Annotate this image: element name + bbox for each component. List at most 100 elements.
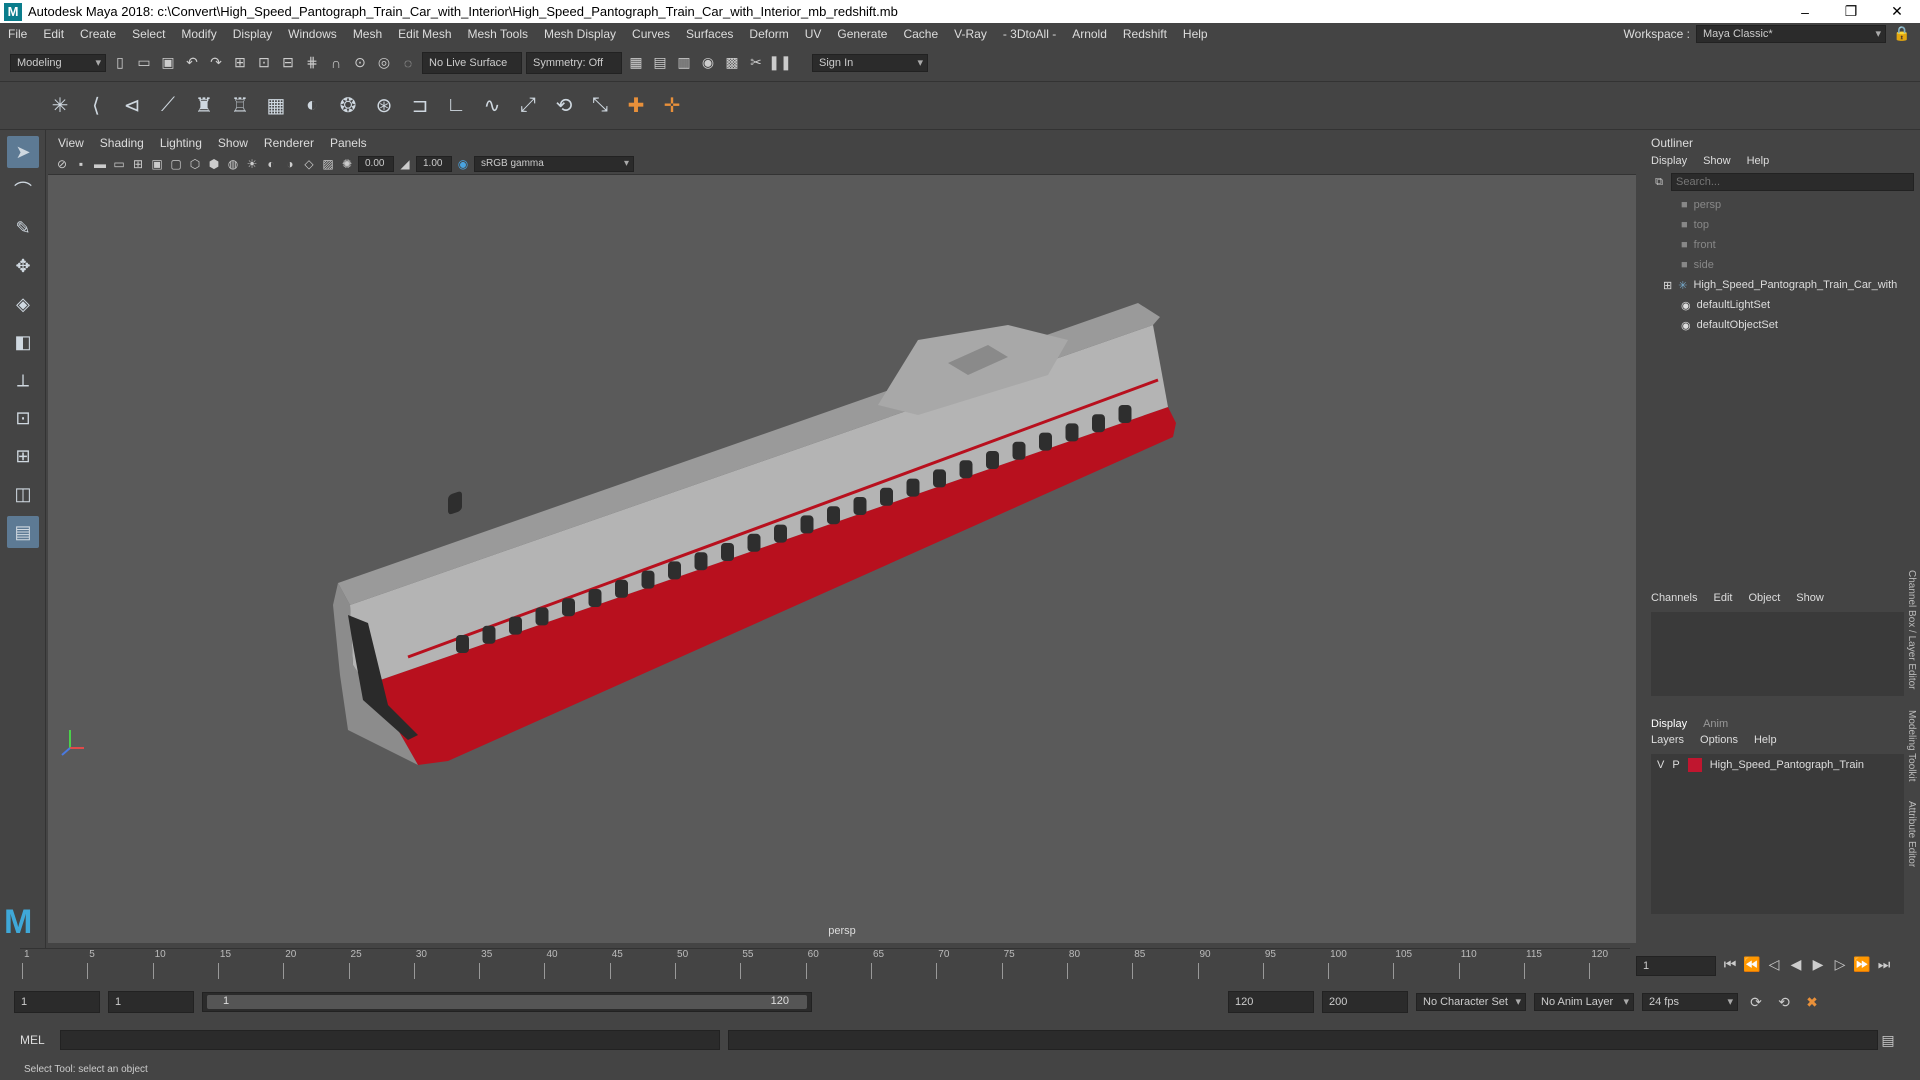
resolution-gate-icon[interactable]: ▢ bbox=[168, 156, 184, 172]
textured-icon[interactable]: ◍ bbox=[225, 156, 241, 172]
ik-spline-icon[interactable]: ⟋ bbox=[154, 92, 182, 120]
bind-skin-icon[interactable]: ♜ bbox=[190, 92, 218, 120]
exposure-field[interactable]: 0.00 bbox=[358, 155, 394, 172]
outliner-search-input[interactable] bbox=[1671, 173, 1914, 191]
play-forwards-icon[interactable]: ▶ bbox=[1808, 954, 1828, 974]
exposure-icon[interactable]: ✺ bbox=[339, 156, 355, 172]
bend-deformer-icon[interactable]: ⊐ bbox=[406, 92, 434, 120]
tab-display[interactable]: Display bbox=[1651, 718, 1687, 730]
camera-select-icon[interactable]: ⊘ bbox=[54, 156, 70, 172]
start-time-field[interactable]: 1 bbox=[14, 991, 100, 1013]
constraint-point-icon[interactable]: ✚ bbox=[622, 92, 650, 120]
move-tool-icon[interactable]: ✥ bbox=[7, 250, 39, 282]
cluster-icon[interactable]: ◐ bbox=[298, 92, 326, 120]
menu-windows[interactable]: Windows bbox=[280, 27, 345, 41]
tab-modeling-toolkit[interactable]: Modeling Toolkit bbox=[1906, 710, 1917, 782]
anim-layer-dropdown[interactable]: No Anim Layer bbox=[1534, 993, 1634, 1011]
auto-key-icon[interactable]: ⟲ bbox=[1774, 992, 1794, 1012]
select-tool-icon[interactable]: ➤ bbox=[7, 136, 39, 168]
outliner-menu-show[interactable]: Show bbox=[1703, 155, 1731, 167]
layer-color-swatch[interactable] bbox=[1687, 758, 1702, 772]
twist-deformer-icon[interactable]: ⟲ bbox=[550, 92, 578, 120]
layer-menu-help[interactable]: Help bbox=[1754, 734, 1777, 746]
menu-set-dropdown[interactable]: Modeling bbox=[10, 53, 106, 72]
constraint-aim-icon[interactable]: ✛ bbox=[658, 92, 686, 120]
loop-icon[interactable]: ⟳ bbox=[1746, 992, 1766, 1012]
layer-playback-toggle[interactable]: P bbox=[1672, 759, 1679, 771]
redo-icon[interactable]: ↷ bbox=[206, 53, 226, 73]
four-view-icon[interactable]: ⊞ bbox=[7, 440, 39, 472]
sculpt-icon[interactable]: ❂ bbox=[334, 92, 362, 120]
step-back-key-icon[interactable]: ⏪ bbox=[1742, 954, 1762, 974]
script-editor-icon[interactable]: ▤ bbox=[1878, 1030, 1898, 1050]
menu-surfaces[interactable]: Surfaces bbox=[678, 27, 741, 41]
outliner-item-train-group[interactable]: ⊞ ✳ High_Speed_Pantograph_Train_Car_with bbox=[1645, 275, 1920, 295]
channel-menu-edit[interactable]: Edit bbox=[1713, 592, 1732, 604]
wave-deformer-icon[interactable]: ⤡ bbox=[586, 92, 614, 120]
menu-mesh-display[interactable]: Mesh Display bbox=[536, 27, 624, 41]
tab-anim[interactable]: Anim bbox=[1703, 718, 1728, 730]
isolate-select-icon[interactable]: ◇ bbox=[301, 156, 317, 172]
close-button[interactable]: ✕ bbox=[1874, 3, 1920, 20]
anim-prefs-icon[interactable]: ✖ bbox=[1802, 992, 1822, 1012]
menu-mesh[interactable]: Mesh bbox=[345, 27, 390, 41]
live-surface-field[interactable]: No Live Surface bbox=[422, 51, 522, 74]
color-management-icon[interactable]: ◉ bbox=[455, 156, 471, 172]
layer-visibility-toggle[interactable]: V bbox=[1657, 759, 1664, 771]
outliner-item-side[interactable]: ■ side bbox=[1645, 255, 1920, 275]
rotate-tool-icon[interactable]: ◈ bbox=[7, 288, 39, 320]
wire-icon[interactable]: ⊛ bbox=[370, 92, 398, 120]
outliner-item-front[interactable]: ■ front bbox=[1645, 235, 1920, 255]
sine-deformer-icon[interactable]: ∿ bbox=[478, 92, 506, 120]
go-to-start-icon[interactable]: ⏮ bbox=[1720, 954, 1740, 974]
bookmark-icon[interactable]: ▬ bbox=[92, 156, 108, 172]
select-object-icon[interactable]: ⊡ bbox=[254, 53, 274, 73]
time-slider[interactable]: 1 5 10 15 20 25 30 35 40 45 50 55 60 65 70 75 80 85 90 95 10… bbox=[20, 948, 1630, 982]
render-settings-icon[interactable]: ◉ bbox=[698, 53, 718, 73]
xray-icon[interactable]: ▨ bbox=[320, 156, 336, 172]
menu-display[interactable]: Display bbox=[225, 27, 280, 41]
viewport-menu-view[interactable]: View bbox=[58, 136, 84, 150]
outliner-item-persp[interactable]: ■ persp bbox=[1645, 195, 1920, 215]
fps-dropdown[interactable]: 24 fps bbox=[1642, 993, 1738, 1011]
menu-help[interactable]: Help bbox=[1175, 27, 1216, 41]
step-forward-key-icon[interactable]: ⏩ bbox=[1852, 954, 1872, 974]
viewport-menu-show[interactable]: Show bbox=[218, 136, 248, 150]
gamma-icon[interactable]: ◢ bbox=[397, 156, 413, 172]
range-slider-handle[interactable] bbox=[207, 995, 807, 1009]
viewport-menu-panels[interactable]: Panels bbox=[330, 136, 367, 150]
character-set-dropdown[interactable]: No Character Set bbox=[1416, 993, 1526, 1011]
viewport-menu-shading[interactable]: Shading bbox=[100, 136, 144, 150]
workspace-dropdown[interactable]: Maya Classic* bbox=[1696, 24, 1886, 43]
outliner-item-default-light-set[interactable]: ◉ defaultLightSet bbox=[1645, 295, 1920, 315]
lasso-tool-icon[interactable]: ⌒ bbox=[7, 174, 39, 206]
mel-label[interactable]: MEL bbox=[0, 1033, 60, 1047]
select-component-icon[interactable]: ⊟ bbox=[278, 53, 298, 73]
menu-select[interactable]: Select bbox=[124, 27, 173, 41]
ambient-occlusion-icon[interactable]: ◑ bbox=[282, 156, 298, 172]
wireframe-icon[interactable]: ⬡ bbox=[187, 156, 203, 172]
menu-mesh-tools[interactable]: Mesh Tools bbox=[460, 27, 536, 41]
channel-menu-channels[interactable]: Channels bbox=[1651, 592, 1697, 604]
mel-input[interactable] bbox=[60, 1030, 720, 1050]
smooth-shade-icon[interactable]: ⬢ bbox=[206, 156, 222, 172]
new-scene-icon[interactable]: ▯ bbox=[110, 53, 130, 73]
snap-view-icon[interactable]: ◎ bbox=[374, 53, 394, 73]
menu-cache[interactable]: Cache bbox=[895, 27, 946, 41]
menu-deform[interactable]: Deform bbox=[741, 27, 796, 41]
playback-start-field[interactable]: 1 bbox=[108, 991, 194, 1013]
redshift-render-icon[interactable]: ✂ bbox=[746, 53, 766, 73]
outliner-item-default-object-set[interactable]: ◉ defaultObjectSet bbox=[1645, 315, 1920, 335]
layer-name[interactable]: High_Speed_Pantograph_Train bbox=[1710, 759, 1864, 771]
paint-weights-icon[interactable]: ♖ bbox=[226, 92, 254, 120]
image-plane-icon[interactable]: ▭ bbox=[111, 156, 127, 172]
menu-generate[interactable]: Generate bbox=[829, 27, 895, 41]
playback-end-field[interactable]: 120 bbox=[1228, 991, 1314, 1013]
end-time-field[interactable]: 200 bbox=[1322, 991, 1408, 1013]
snap-point-icon[interactable]: ⊙ bbox=[350, 53, 370, 73]
paint-select-icon[interactable]: ✎ bbox=[7, 212, 39, 244]
ipr-render-icon[interactable]: ▥ bbox=[674, 53, 694, 73]
menu-file[interactable]: File bbox=[0, 27, 35, 41]
viewport-menu-renderer[interactable]: Renderer bbox=[264, 136, 314, 150]
menu-vray[interactable]: V-Ray bbox=[946, 27, 995, 41]
